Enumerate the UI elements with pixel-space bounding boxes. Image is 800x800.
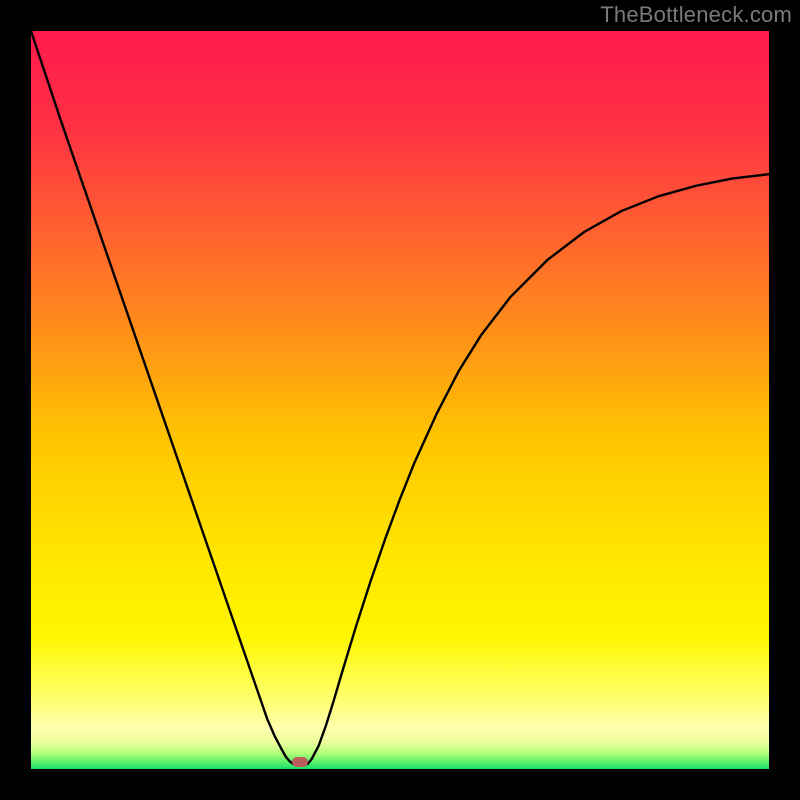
watermark-text: TheBottleneck.com [600,2,792,28]
bottleneck-curve [31,31,769,769]
plot-area [31,31,769,769]
chart-frame: TheBottleneck.com [0,0,800,800]
optimum-marker [292,757,308,767]
